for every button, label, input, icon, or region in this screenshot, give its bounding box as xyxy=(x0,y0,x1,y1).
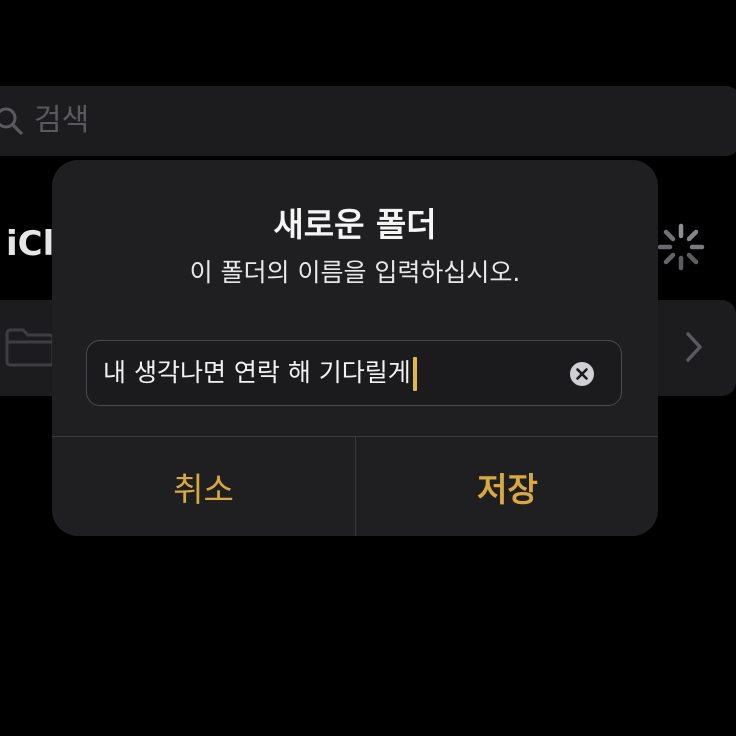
new-folder-alert: 새로운 폴더 이 폴더의 이름을 입력하십시오. 내 생각나면 연락 해 기다릴… xyxy=(52,160,658,536)
notes-app-screen: 검색 iCl 새로운 폴더 이 폴더의 이름을 입력하십시오. 내 생각나면 연… xyxy=(0,0,736,736)
text-caret xyxy=(412,357,417,391)
search-icon xyxy=(0,106,24,136)
search-bar[interactable]: 검색 xyxy=(0,86,736,156)
folder-name-input[interactable]: 내 생각나면 연락 해 기다릴게 xyxy=(86,340,622,406)
section-title: iCl xyxy=(6,224,55,264)
cancel-button[interactable]: 취소 xyxy=(52,437,355,536)
clear-icon[interactable] xyxy=(569,361,595,387)
alert-title: 새로운 폴더 xyxy=(273,205,437,244)
search-placeholder: 검색 xyxy=(34,103,90,138)
alert-message: 이 폴더의 이름을 입력하십시오. xyxy=(189,258,521,287)
folder-name-value[interactable]: 내 생각나면 연락 해 기다릴게 xyxy=(103,355,417,391)
save-button[interactable]: 저장 xyxy=(356,437,658,536)
chevron-right-icon xyxy=(684,330,704,364)
folder-name-text: 내 생각나면 연락 해 기다릴게 xyxy=(103,358,411,387)
spinner-icon xyxy=(656,222,706,272)
folder-icon xyxy=(4,326,56,368)
